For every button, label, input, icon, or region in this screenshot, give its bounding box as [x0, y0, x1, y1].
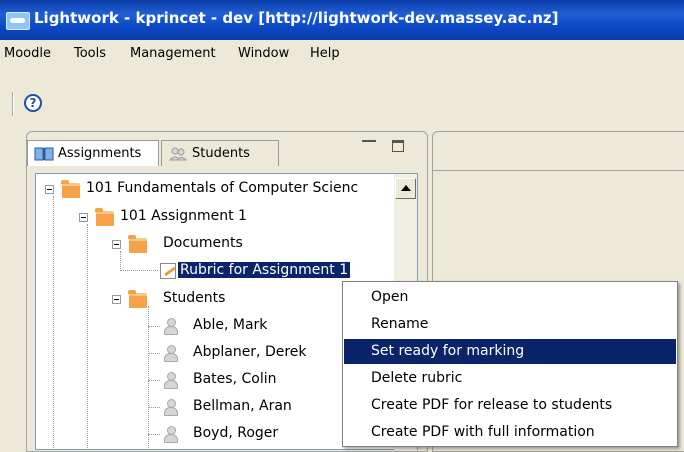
tab-students[interactable]: Students: [161, 140, 279, 166]
tree-item-label: 101 Fundamentals of Computer Scienc: [86, 180, 359, 196]
student-icon: [163, 399, 178, 416]
tree-item-label: Bellman, Aran: [193, 398, 292, 414]
tree-item-label: Documents: [163, 235, 243, 251]
maximize-view-icon[interactable]: [392, 140, 404, 152]
menu-item-create-pdf-full[interactable]: Create PDF with full information: [344, 420, 676, 445]
tree-connector: [120, 270, 158, 271]
folder-icon: [61, 180, 80, 198]
rubric-edit-icon: [160, 263, 176, 279]
tree-item-label: Rubric for Assignment 1: [176, 261, 352, 279]
tree-connector: [120, 251, 121, 271]
menu-item-set-ready-for-marking[interactable]: Set ready for marking: [344, 339, 676, 364]
tree-item-label: 101 Assignment 1: [120, 208, 247, 224]
menu-item-rename[interactable]: Rename: [344, 312, 676, 337]
collapse-toggle-icon[interactable]: [79, 213, 88, 222]
student-icon: [163, 372, 178, 389]
title-bar: Lightwork - kprincet - dev [http://light…: [0, 0, 684, 40]
tab-assignments[interactable]: Assignments: [27, 140, 159, 166]
collapse-toggle-icon[interactable]: [45, 185, 54, 194]
menu-tools[interactable]: Tools: [74, 46, 106, 61]
tree-connector: [148, 353, 160, 354]
folder-icon: [95, 208, 114, 226]
menu-management[interactable]: Management: [130, 46, 216, 61]
student-icon: [163, 345, 178, 362]
student-icon: [163, 318, 178, 335]
tab-assignments-label: Assignments: [58, 146, 142, 161]
tree-connector: [148, 434, 160, 435]
context-menu: Open Rename Set ready for marking Delete…: [342, 281, 678, 447]
scroll-up-arrow-icon[interactable]: [395, 178, 416, 199]
tree-connector: [148, 306, 149, 450]
folder-icon: [128, 290, 147, 308]
help-icon[interactable]: ?: [24, 94, 42, 112]
collapse-toggle-icon[interactable]: [112, 240, 121, 249]
tree-item-label: Bates, Colin: [193, 371, 277, 387]
tab-students-label: Students: [192, 146, 250, 161]
folder-icon: [128, 235, 147, 253]
menu-help[interactable]: Help: [310, 46, 340, 61]
app-icon: [6, 12, 30, 30]
collapse-toggle-icon[interactable]: [112, 295, 121, 304]
tree-connector: [53, 196, 54, 450]
book-icon: [34, 147, 54, 161]
menu-window[interactable]: Window: [238, 46, 289, 61]
tree-connector: [87, 224, 88, 450]
menu-item-create-pdf-release[interactable]: Create PDF for release to students: [344, 393, 676, 418]
tree-connector: [148, 326, 160, 327]
menu-item-delete-rubric[interactable]: Delete rubric: [344, 366, 676, 391]
tree-item-label: Abplaner, Derek: [193, 344, 307, 360]
toolbar-separator: [12, 92, 14, 116]
window-title: Lightwork - kprincet - dev [http://light…: [34, 9, 559, 27]
tree-item-label: Boyd, Roger: [193, 425, 279, 441]
minimize-view-icon[interactable]: [362, 140, 376, 144]
tree-item-label: Students: [163, 290, 226, 306]
tree-connector: [148, 380, 160, 381]
students-icon: [168, 147, 188, 161]
tree-item-label: Able, Mark: [193, 317, 268, 333]
student-icon: [163, 426, 178, 443]
menu-moodle[interactable]: Moodle: [4, 46, 51, 61]
tree-connector: [148, 407, 160, 408]
editor-divider: [432, 170, 684, 171]
menu-item-open[interactable]: Open: [344, 285, 676, 310]
